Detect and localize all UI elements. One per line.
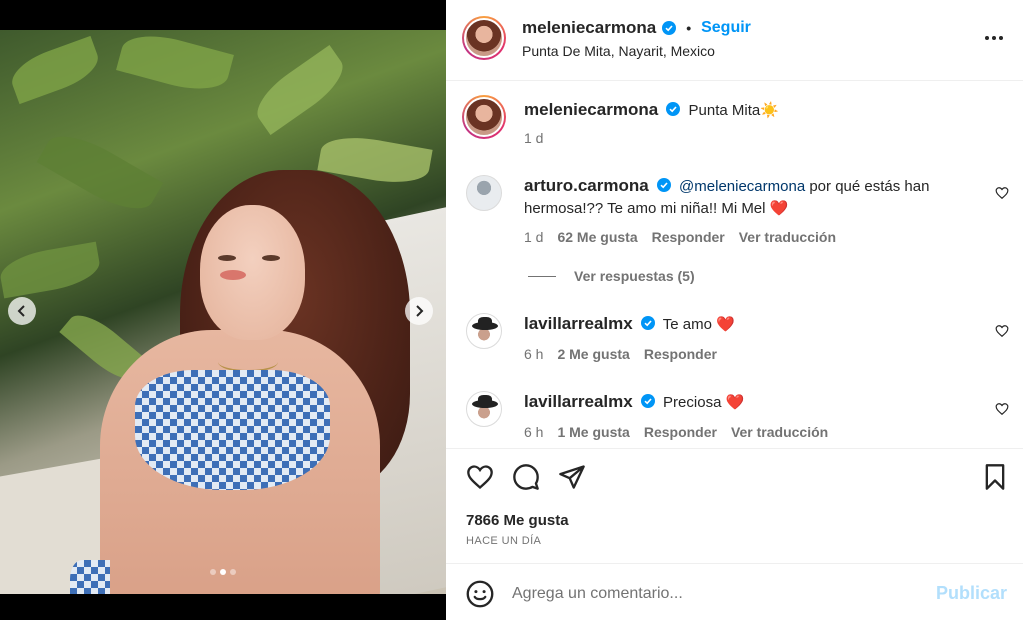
likes-count[interactable]: 7866 Me gusta [466, 512, 569, 529]
next-slide-button[interactable] [405, 297, 433, 325]
post-location[interactable]: Punta De Mita, Nayarit, Mexico [522, 43, 715, 59]
comment-icon[interactable] [512, 463, 540, 491]
emoji-icon[interactable] [466, 580, 494, 608]
comment-input[interactable] [512, 582, 912, 606]
verified-badge-icon [640, 316, 655, 330]
commenter-avatar[interactable] [466, 313, 502, 349]
view-replies-label: Ver respuestas (5) [574, 268, 695, 284]
comment-likes[interactable]: 62 Me gusta [557, 229, 637, 245]
caption-username[interactable]: meleniecarmona [524, 100, 658, 119]
comment-text-line2: hermosa!?? Te amo mi niña!! Mi Mel ❤️ [524, 200, 789, 217]
view-replies-button[interactable]: Ver respuestas (5) [528, 268, 695, 284]
instagram-post: meleniecarmona • Seguir Punta De Mita, N… [0, 0, 1023, 620]
comment-time[interactable]: 1 d [524, 229, 543, 245]
comment-username[interactable]: lavillarrealmx [524, 392, 633, 411]
footer-divider [446, 563, 1023, 564]
caption: meleniecarmona Punta Mita☀️ [524, 99, 779, 122]
verified-badge-icon [666, 102, 681, 116]
post-time[interactable]: HACE UN DÍA [466, 535, 541, 547]
replies-line [528, 275, 556, 277]
carousel-dot [230, 569, 236, 575]
comment-like-icon[interactable] [995, 402, 1009, 416]
comment-text: Preciosa ❤️ [663, 394, 745, 411]
verified-badge-icon [656, 178, 671, 192]
post-details: meleniecarmona • Seguir Punta De Mita, N… [446, 0, 1023, 620]
comment-text: Te amo ❤️ [662, 316, 735, 333]
post-header: meleniecarmona • Seguir [522, 18, 751, 38]
carousel-dot-active [220, 569, 226, 575]
chevron-right-icon [416, 305, 424, 317]
comment-likes[interactable]: 1 Me gusta [557, 424, 629, 440]
translate-button[interactable]: Ver traducción [739, 229, 836, 245]
separator-dot: • [686, 20, 692, 36]
reply-button[interactable]: Responder [652, 229, 725, 245]
commenter-avatar[interactable] [466, 175, 502, 211]
comment-item: arturo.carmona @meleniecarmona por qué e… [524, 175, 964, 220]
previous-slide-button[interactable] [8, 297, 36, 325]
comment-mention[interactable]: @meleniecarmona [679, 178, 805, 195]
comment-username[interactable]: lavillarrealmx [524, 314, 633, 333]
translate-button[interactable]: Ver traducción [731, 424, 828, 440]
publish-button[interactable]: Publicar [936, 583, 1007, 604]
caption-meta: 1 d [524, 130, 543, 146]
author-avatar[interactable] [462, 16, 506, 60]
post-media [0, 0, 446, 620]
comment-time[interactable]: 6 h [524, 346, 543, 362]
author-username[interactable]: meleniecarmona [522, 18, 656, 38]
comment-username[interactable]: arturo.carmona [524, 176, 649, 195]
reply-button[interactable]: Responder [644, 346, 717, 362]
comment-meta: 1 d 62 Me gusta Responder Ver traducción [524, 229, 836, 245]
caption-time[interactable]: 1 d [524, 130, 543, 146]
comment-time[interactable]: 6 h [524, 424, 543, 440]
verified-badge-icon [640, 394, 655, 408]
comment-item: lavillarrealmx Preciosa ❤️ [524, 391, 744, 414]
caption-text: Punta Mita☀️ [688, 102, 779, 119]
heart-icon[interactable] [466, 463, 494, 491]
comment-meta: 6 h 1 Me gusta Responder Ver traducción [524, 424, 828, 440]
caption-avatar[interactable] [462, 95, 506, 139]
commenter-avatar[interactable] [466, 391, 502, 427]
comment-like-icon[interactable] [995, 324, 1009, 338]
chevron-left-icon [17, 305, 25, 317]
comment-like-icon[interactable] [995, 186, 1009, 200]
verified-badge-icon [662, 21, 677, 35]
comment-meta: 6 h 2 Me gusta Responder [524, 346, 717, 362]
comments-divider [446, 448, 1023, 449]
reply-button[interactable]: Responder [644, 424, 717, 440]
carousel-indicator [0, 569, 446, 575]
header-divider [446, 80, 1023, 81]
follow-button[interactable]: Seguir [701, 19, 751, 37]
more-options-icon[interactable] [983, 28, 1005, 48]
bookmark-icon[interactable] [981, 463, 1009, 491]
share-icon[interactable] [558, 463, 586, 491]
carousel-dot [210, 569, 216, 575]
comment-item: lavillarrealmx Te amo ❤️ [524, 313, 735, 336]
comment-likes[interactable]: 2 Me gusta [557, 346, 629, 362]
comment-text: por qué estás han [809, 178, 930, 195]
post-photo[interactable] [0, 30, 446, 594]
